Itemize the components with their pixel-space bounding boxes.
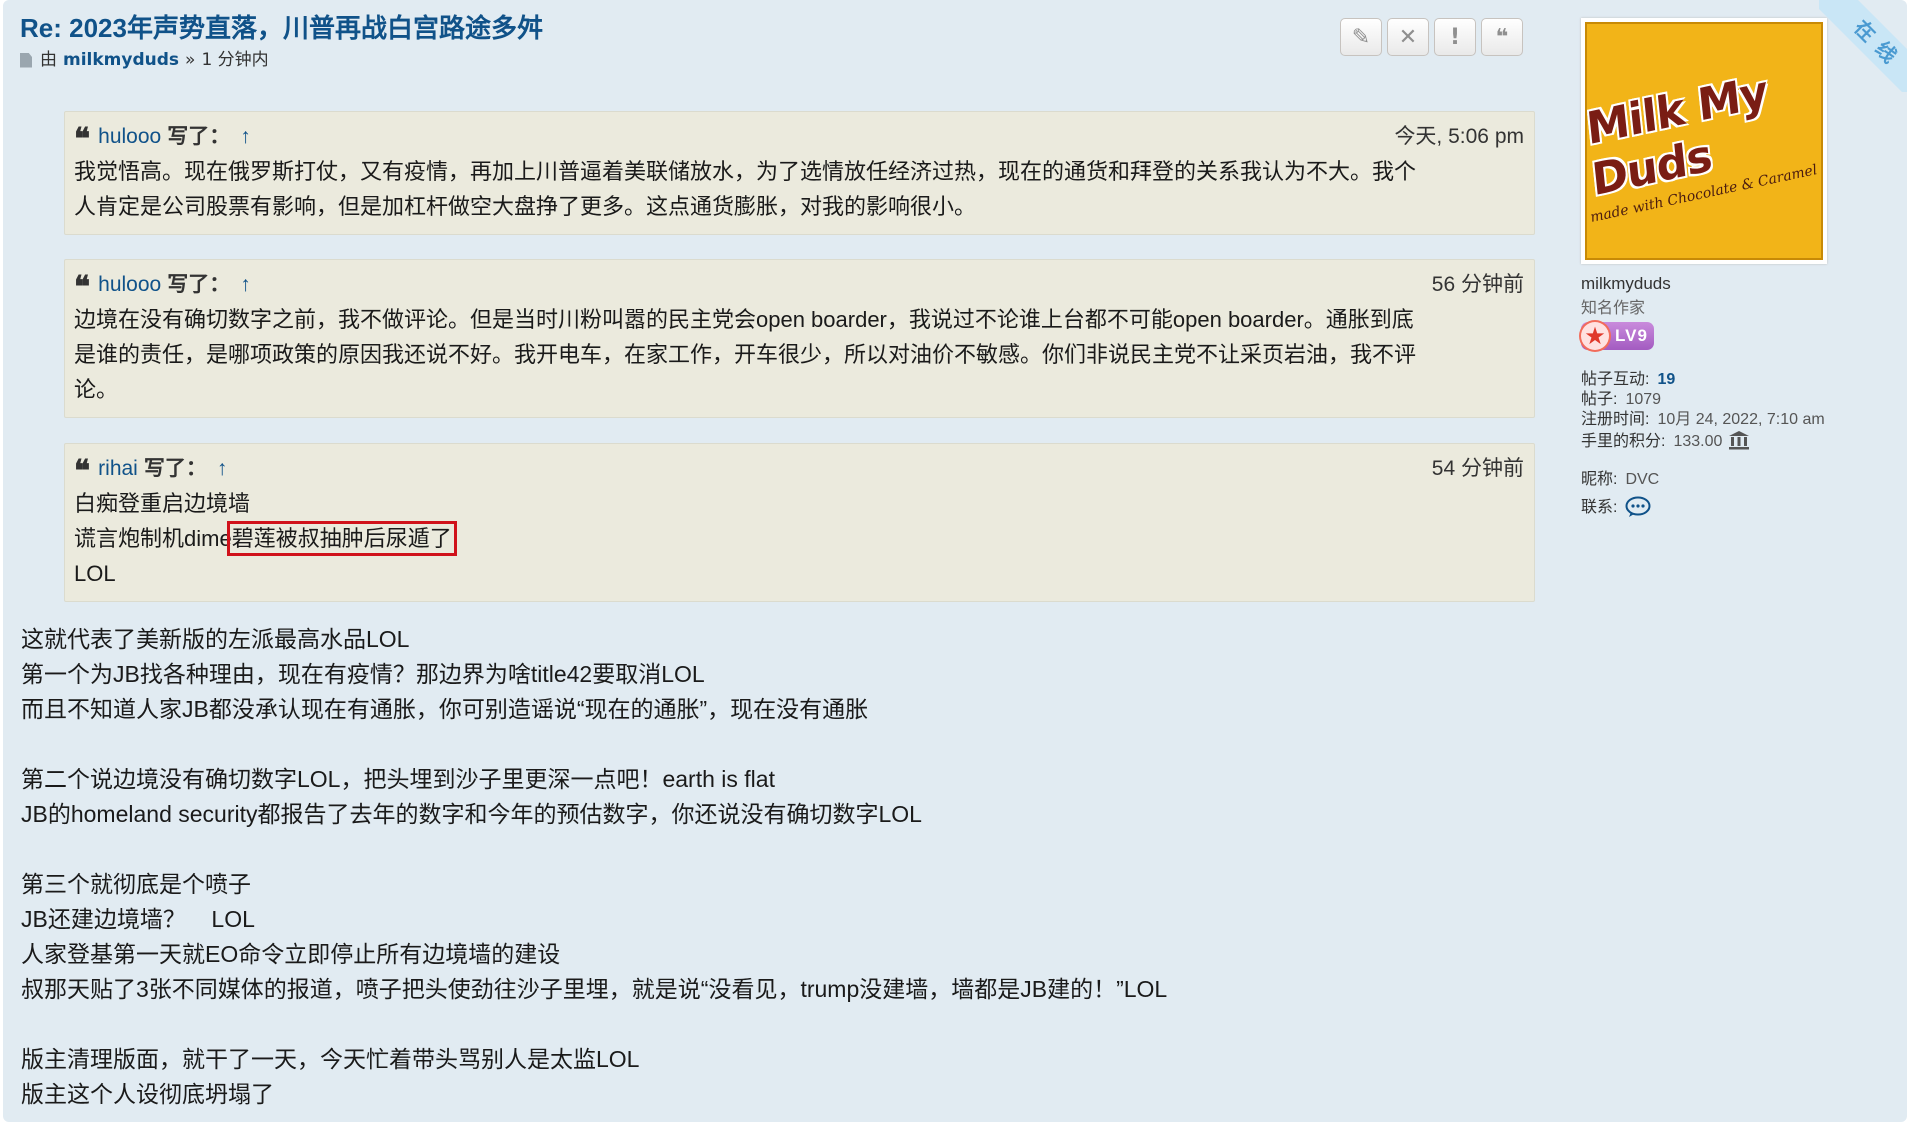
quote-mark-icon: ❝: [74, 122, 91, 157]
content-line: 版主这个人设彻底坍塌了: [21, 1081, 274, 1107]
author-profile: Milk My Duds made with Chocolate & Caram…: [1581, 18, 1901, 518]
quote-wrote-label: 写了：: [167, 273, 231, 296]
quote-icon: ❝: [1495, 24, 1509, 50]
post-title[interactable]: Re: 2023年声势直落，川普再战白宫路途多舛: [20, 12, 1540, 44]
content-line: 第一个为JB找各种理由，现在有疫情？那边界为啥title42要取消LOL: [21, 661, 705, 687]
content-line: JB的homeland security都报告了去年的数字和今年的预估数字，你还…: [21, 801, 922, 827]
arrow-up-icon[interactable]: ↑: [240, 125, 251, 148]
star-icon: ★: [1581, 322, 1609, 350]
quote-line-prefix: 谎言炮制机dime: [74, 526, 232, 551]
chat-bubble-icon[interactable]: [1625, 496, 1651, 518]
stat-value: 1079: [1625, 391, 1662, 408]
close-icon: ✕: [1398, 24, 1418, 50]
highlighted-text: 碧莲被叔抽肿后尿遁了: [226, 521, 457, 556]
post-container: Re: 2023年声势直落，川普再战白宫路途多舛 由 milkmyduds » …: [3, 0, 1907, 1122]
quote-line: 论。: [74, 377, 119, 402]
quote-line: 谎言炮制机dime碧莲被叔抽肿后尿遁了: [74, 521, 1524, 556]
quote-time: 56 分钟前: [1431, 273, 1524, 296]
avatar[interactable]: Milk My Duds made with Chocolate & Caram…: [1581, 18, 1827, 264]
edit-button[interactable]: ✎: [1340, 18, 1382, 56]
quote-line: LOL: [74, 561, 116, 586]
quote-header: ❝ hulooo 写了： ↑ 今天, 5:06 pm: [74, 122, 1524, 155]
by-label: 由: [40, 50, 57, 70]
quote-header: ❝ hulooo 写了： ↑ 56 分钟前: [74, 270, 1524, 303]
arrow-up-icon[interactable]: ↑: [217, 457, 228, 480]
stat-value: 10月 24, 2022, 7:10 am: [1657, 411, 1825, 428]
report-button[interactable]: !: [1434, 18, 1476, 56]
stat-label: 帖子互动:: [1581, 371, 1650, 388]
content-line: 而且不知道人家JB都没承认现在有通胀，你可别造谣说“现在的通胀”，现在没有通胀: [21, 696, 869, 722]
content-line: 叔那天贴了3张不同媒体的报道，喷子把头使劲往沙子里埋，就是说“没看见，trump…: [21, 976, 1168, 1002]
post-content: 这就代表了美新版的左派最高水品LOL 第一个为JB找各种理由，现在有疫情？那边界…: [21, 622, 1521, 1112]
content-line: 这就代表了美新版的左派最高水品LOL: [21, 626, 410, 652]
profile-username[interactable]: milkmyduds: [1581, 274, 1901, 294]
quote-wrote-label: 写了：: [167, 125, 231, 148]
post-time: 1 分钟内: [201, 50, 269, 70]
profile-contact: 联系:: [1581, 496, 1901, 518]
profile-nickname: 昵称: DVC: [1581, 470, 1901, 490]
content-line: [21, 727, 1521, 762]
stat-label: 注册时间:: [1581, 411, 1650, 428]
post-byline: 由 milkmyduds » 1 分钟内: [20, 48, 1540, 72]
online-status-label: 在线: [1819, 0, 1907, 92]
stat-value: 133.00: [1673, 433, 1723, 450]
quote-header: ❝ rihai 写了： ↑ 54 分钟前: [74, 454, 1524, 487]
quote-wrote-label: 写了：: [143, 457, 207, 480]
stat-label: 手里的积分:: [1581, 433, 1666, 450]
level-badge-label: LV9: [1615, 326, 1648, 345]
contact-label: 联系:: [1581, 499, 1618, 516]
bank-icon[interactable]: [1728, 430, 1750, 450]
post-main: Re: 2023年声势直落，川普再战白宫路途多舛 由 milkmyduds » …: [20, 12, 1540, 72]
quote-time: 今天, 5:06 pm: [1394, 125, 1524, 148]
quote-line: 是谁的责任，是哪项政策的原因我还说不好。我开电车，在家工作，开车很少，所以对油价…: [74, 342, 1417, 367]
quote-user-link[interactable]: hulooo: [98, 125, 161, 148]
content-line: [21, 1007, 1521, 1042]
quote-block: ❝ hulooo 写了： ↑ 今天, 5:06 pm 我觉悟高。现在俄罗斯打仗，又有疫…: [64, 111, 1535, 235]
content-line: 第二个说边境没有确切数字LOL，把头埋到沙子里更深一点吧！earth is fl…: [21, 766, 775, 792]
profile-rank: 知名作家: [1581, 300, 1646, 317]
content-line: 第三个就彻底是个喷子: [21, 871, 251, 897]
stat-joined: 注册时间: 10月 24, 2022, 7:10 am: [1581, 410, 1901, 430]
level-badge: ★ LV9: [1581, 322, 1654, 350]
quote-body: 边境在没有确切数字之前，我不做评论。但是当时川粉叫嚣的民主党会open boar…: [74, 302, 1524, 407]
arrow-up-icon[interactable]: ↑: [240, 273, 251, 296]
quote-user-link[interactable]: hulooo: [98, 273, 161, 296]
nickname-value: DVC: [1625, 471, 1660, 488]
quote-mark-icon: ❝: [74, 270, 91, 305]
quote-time: 54 分钟前: [1431, 457, 1524, 480]
avatar-image: Milk My Duds made with Chocolate & Caram…: [1585, 22, 1823, 260]
quote-block: ❝ hulooo 写了： ↑ 56 分钟前 边境在没有确切数字之前，我不做评论。但是当…: [64, 259, 1535, 418]
post-author-link[interactable]: milkmyduds: [63, 48, 179, 72]
post-toolbar: ✎ ✕ ! ❝: [1340, 18, 1523, 56]
quote-mark-icon: ❝: [74, 454, 91, 489]
pencil-icon: ✎: [1351, 24, 1371, 50]
nickname-label: 昵称:: [1581, 471, 1618, 488]
quote-block: ❝ rihai 写了： ↑ 54 分钟前 白痴登重启边境墙 谎言炮制机dime碧莲被叔…: [64, 443, 1535, 602]
online-ribbon: 在线: [1819, 0, 1907, 92]
content-line: JB还建边境墙？ LOL: [21, 906, 255, 932]
stat-label: 帖子:: [1581, 391, 1618, 408]
post-document-icon[interactable]: [20, 52, 32, 68]
content-line: [21, 832, 1521, 867]
quote-body: 白痴登重启边境墙 谎言炮制机dime碧莲被叔抽肿后尿遁了 LOL: [74, 486, 1524, 591]
exclamation-icon: !: [1449, 24, 1461, 50]
stat-posts: 帖子: 1079: [1581, 390, 1901, 410]
quote-line: 白痴登重启边境墙: [74, 491, 251, 516]
content-line: 版主清理版面，就干了一天，今天忙着带头骂别人是太监LOL: [21, 1046, 640, 1072]
quote-user-link[interactable]: rihai: [98, 457, 138, 480]
quote-body: 我觉悟高。现在俄罗斯打仗，又有疫情，再加上川普逼着美联储放水，为了选情放任经济过…: [74, 154, 1524, 224]
stat-points: 手里的积分: 133.00: [1581, 430, 1901, 452]
quote-line: 我觉悟高。现在俄罗斯打仗，又有疫情，再加上川普逼着美联储放水，为了选情放任经济过…: [74, 159, 1417, 184]
delete-button[interactable]: ✕: [1387, 18, 1429, 56]
stat-interactions-link[interactable]: 19: [1657, 371, 1675, 388]
content-line: 人家登基第一天就EO命令立即停止所有边境墙的建设: [21, 941, 561, 967]
quote-button[interactable]: ❝: [1481, 18, 1523, 56]
byline-separator: »: [185, 50, 196, 70]
profile-stats: 帖子互动: 19 帖子: 1079 注册时间: 10月 24, 2022, 7:10 …: [1581, 370, 1901, 518]
quote-line: 边境在没有确切数字之前，我不做评论。但是当时川粉叫嚣的民主党会open boar…: [74, 307, 1414, 332]
stat-interactions: 帖子互动: 19: [1581, 370, 1901, 390]
quote-line: 人肯定是公司股票有影响，但是加杠杆做空大盘挣了更多。这点通货膨胀，对我的影响很小…: [74, 194, 977, 219]
